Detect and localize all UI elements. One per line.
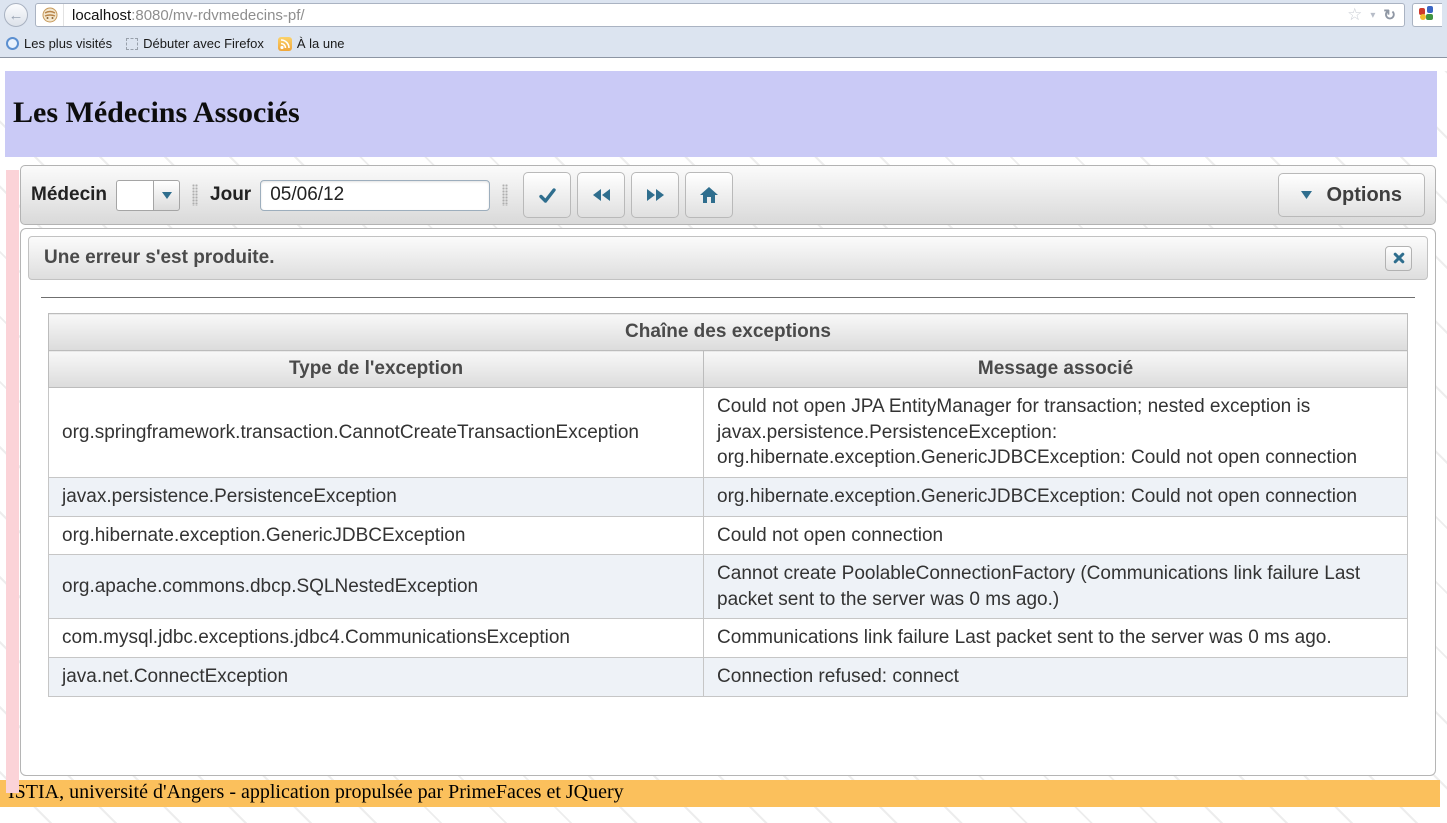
- exception-row: javax.persistence.PersistenceExceptionor…: [49, 477, 1408, 516]
- exception-cell: org.hibernate.exception.GenericJDBCExcep…: [704, 477, 1408, 516]
- search-box[interactable]: [1412, 3, 1442, 27]
- close-icon: [1393, 252, 1405, 264]
- next-day-button[interactable]: [631, 172, 679, 218]
- footer-bar: ISTIA, université d'Angers - application…: [0, 780, 1440, 807]
- medecin-label: Médecin: [31, 184, 107, 206]
- footer-text: ISTIA, université d'Angers - application…: [8, 781, 624, 803]
- page-title: Les Médecins Associés: [5, 71, 1437, 130]
- back-button[interactable]: ←: [4, 3, 28, 27]
- jour-date-input[interactable]: [260, 180, 490, 211]
- close-button[interactable]: [1385, 246, 1412, 271]
- app-toolbar: Médecin Jour: [20, 165, 1436, 225]
- error-panel: Une erreur s'est produite. Chaîne des ex…: [20, 228, 1436, 776]
- chevron-down-icon: [1301, 191, 1312, 199]
- previous-day-button[interactable]: [577, 172, 625, 218]
- bookmark-getting-started[interactable]: Débuter avec Firefox: [122, 34, 268, 53]
- exceptions-table-body: org.springframework.transaction.CannotCr…: [49, 388, 1408, 697]
- app-header: Les Médecins Associés: [5, 71, 1437, 157]
- exception-cell: java.net.ConnectException: [49, 658, 704, 697]
- navigation-bar: ← localhost:8080/mv-rdvmedecins-pf/ ☆ ▾ …: [0, 0, 1447, 30]
- exception-cell: Cannot create PoolableConnectionFactory …: [704, 555, 1408, 619]
- column-header-type: Type de l'exception: [49, 351, 704, 388]
- google-logo-icon: [1418, 5, 1434, 26]
- url-text[interactable]: localhost:8080/mv-rdvmedecins-pf/: [64, 7, 1339, 24]
- seek-next-icon: [647, 189, 664, 201]
- exception-cell: Could not open JPA EntityManager for tra…: [704, 388, 1408, 478]
- back-icon: ←: [9, 7, 24, 24]
- medecin-combobox-value[interactable]: [116, 180, 153, 211]
- exception-row: com.mysql.jdbc.exceptions.jdbc4.Communic…: [49, 619, 1408, 658]
- bookmark-label: À la une: [297, 36, 345, 51]
- urlbar-actions: ☆ ▾ ↻: [1339, 5, 1404, 25]
- bookmark-latest-headlines[interactable]: À la une: [274, 34, 349, 53]
- jour-label: Jour: [210, 184, 251, 206]
- browser-chrome: ← localhost:8080/mv-rdvmedecins-pf/ ☆ ▾ …: [0, 0, 1447, 58]
- url-bar[interactable]: localhost:8080/mv-rdvmedecins-pf/ ☆ ▾ ↻: [35, 3, 1405, 27]
- exception-row: org.springframework.transaction.CannotCr…: [49, 388, 1408, 478]
- exception-cell: Connection refused: connect: [704, 658, 1408, 697]
- exception-cell: com.mysql.jdbc.exceptions.jdbc4.Communic…: [49, 619, 704, 658]
- column-header-message: Message associé: [704, 351, 1408, 388]
- toolbar-buttons: [523, 172, 733, 218]
- main-content: Médecin Jour: [20, 165, 1436, 776]
- url-path: :8080/mv-rdvmedecins-pf/: [131, 7, 304, 24]
- exception-cell: Could not open connection: [704, 516, 1408, 555]
- divider: [41, 297, 1415, 298]
- exception-cell: Communications link failure Last packet …: [704, 619, 1408, 658]
- chevron-down-icon: [162, 192, 172, 199]
- left-margin-strip: [6, 170, 19, 793]
- reload-icon[interactable]: ↻: [1383, 6, 1396, 24]
- site-favicon: [36, 4, 64, 26]
- home-button[interactable]: [685, 172, 733, 218]
- exception-cell: org.apache.commons.dbcp.SQLNestedExcepti…: [49, 555, 704, 619]
- options-button[interactable]: Options: [1278, 173, 1425, 217]
- check-icon: [538, 187, 557, 204]
- bookmark-label: Les plus visités: [24, 36, 112, 51]
- exception-cell: org.springframework.transaction.CannotCr…: [49, 388, 704, 478]
- toolbar-separator: [192, 184, 198, 206]
- medecin-combobox-button[interactable]: [153, 180, 180, 211]
- most-visited-icon: [6, 37, 19, 50]
- home-icon: [700, 187, 718, 203]
- table-title: Chaîne des exceptions: [49, 314, 1408, 351]
- exception-row: org.apache.commons.dbcp.SQLNestedExcepti…: [49, 555, 1408, 619]
- error-message: Une erreur s'est produite.: [44, 247, 274, 269]
- rss-feed-icon: [278, 37, 292, 51]
- bookmark-star-icon[interactable]: ☆: [1347, 5, 1362, 25]
- toolbar-separator: [502, 184, 508, 206]
- bookmark-most-visited[interactable]: Les plus visités: [2, 34, 116, 53]
- seek-prev-icon: [593, 189, 610, 201]
- validate-button[interactable]: [523, 172, 571, 218]
- medecin-combobox[interactable]: [116, 180, 180, 211]
- exception-cell: org.hibernate.exception.GenericJDBCExcep…: [49, 516, 704, 555]
- exception-row: org.hibernate.exception.GenericJDBCExcep…: [49, 516, 1408, 555]
- exception-cell: javax.persistence.PersistenceException: [49, 477, 704, 516]
- options-label: Options: [1326, 184, 1402, 207]
- bookmark-label: Débuter avec Firefox: [143, 36, 264, 51]
- dashed-placeholder-icon: [126, 38, 138, 50]
- error-message-bar: Une erreur s'est produite.: [28, 236, 1428, 280]
- urlbar-dropdown-icon[interactable]: ▾: [1370, 10, 1375, 21]
- exception-row: java.net.ConnectExceptionConnection refu…: [49, 658, 1408, 697]
- exceptions-table: Chaîne des exceptions Type de l'exceptio…: [48, 313, 1408, 697]
- url-host: localhost: [72, 7, 131, 24]
- bookmarks-bar: Les plus visités Débuter avec Firefox À …: [0, 30, 1447, 58]
- page-background: Les Médecins Associés Médecin Jour: [0, 71, 1447, 823]
